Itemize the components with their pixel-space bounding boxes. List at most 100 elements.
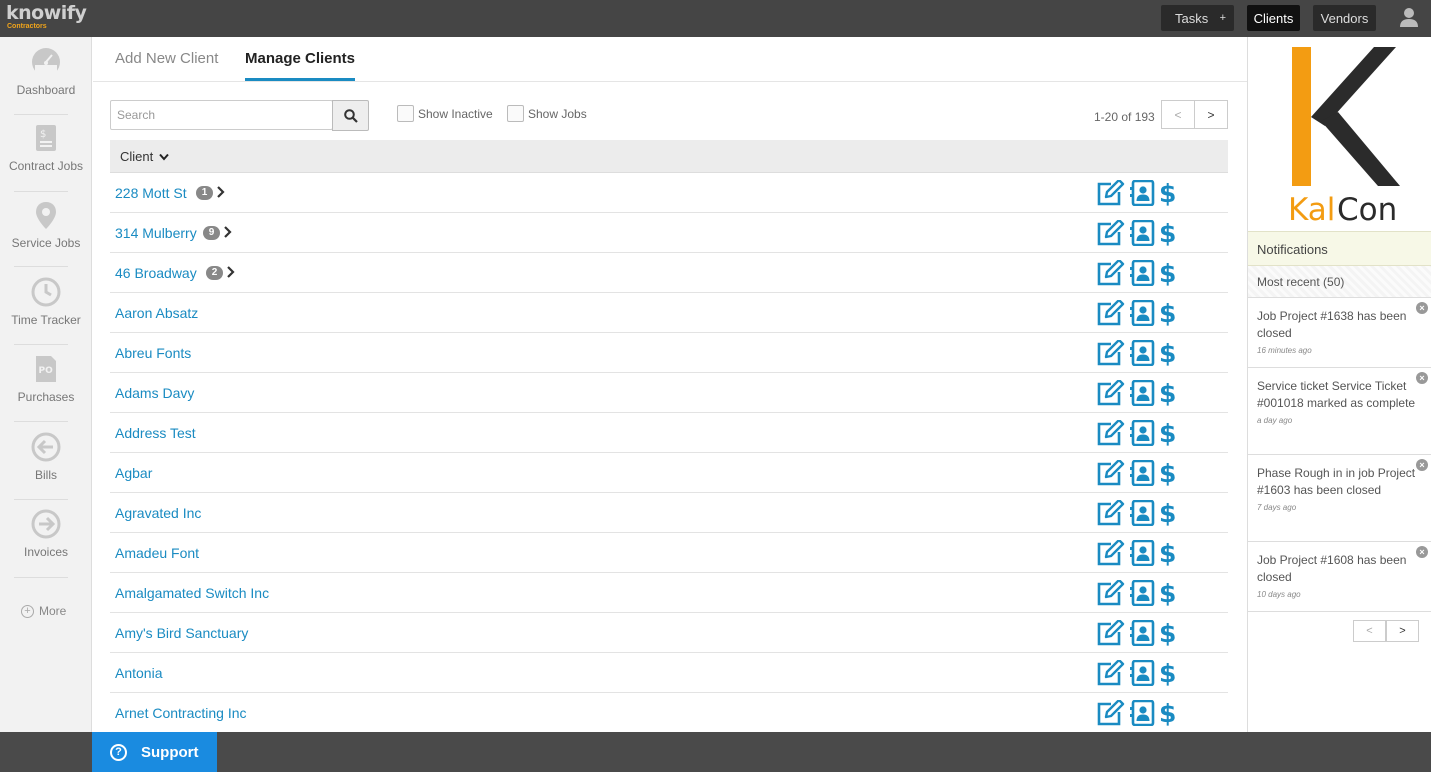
notifications-prev-button[interactable]: <	[1353, 620, 1386, 642]
table-row[interactable]: Arnet Contracting Inc $	[110, 693, 1228, 733]
dollar-icon[interactable]: $	[1158, 460, 1176, 486]
client-name-link[interactable]: Amalgamated Switch Inc	[115, 585, 269, 601]
table-row[interactable]: 314 Mulberry 9 $	[110, 213, 1228, 253]
contact-card-icon[interactable]	[1130, 220, 1156, 246]
client-name-link[interactable]: 46 Broadway	[115, 265, 197, 281]
table-row[interactable]: Agbar $	[110, 453, 1228, 493]
notification-item[interactable]: Job Project #1608 has been closed 10 day…	[1248, 542, 1431, 612]
edit-icon[interactable]	[1095, 340, 1125, 366]
dollar-icon[interactable]: $	[1158, 420, 1176, 446]
dollar-icon[interactable]: $	[1158, 180, 1176, 206]
search-input[interactable]: Search	[110, 100, 333, 130]
client-name-link[interactable]: 228 Mott St	[115, 185, 187, 201]
contact-card-icon[interactable]	[1130, 540, 1156, 566]
client-column-header[interactable]: Client	[120, 149, 169, 164]
table-row[interactable]: Amy's Bird Sanctuary $	[110, 613, 1228, 653]
table-row[interactable]: Amalgamated Switch Inc $	[110, 573, 1228, 613]
user-icon[interactable]	[1398, 6, 1420, 28]
sidebar-item-time-tracker[interactable]: Time Tracker	[0, 277, 92, 327]
table-row[interactable]: Agravated Inc $	[110, 493, 1228, 533]
show-inactive-checkbox[interactable]: Show Inactive	[397, 105, 493, 122]
edit-icon[interactable]	[1095, 500, 1125, 526]
contact-card-icon[interactable]	[1130, 580, 1156, 606]
close-icon[interactable]: ×	[1416, 302, 1428, 314]
client-name-link[interactable]: Agbar	[115, 465, 152, 481]
contact-card-icon[interactable]	[1130, 460, 1156, 486]
client-name-link[interactable]: Antonia	[115, 665, 162, 681]
close-icon[interactable]: ×	[1416, 459, 1428, 471]
edit-icon[interactable]	[1095, 460, 1125, 486]
show-jobs-checkbox[interactable]: Show Jobs	[507, 105, 587, 122]
edit-icon[interactable]	[1095, 660, 1125, 686]
contact-card-icon[interactable]	[1130, 620, 1156, 646]
table-row[interactable]: 46 Broadway 2 $	[110, 253, 1228, 293]
edit-icon[interactable]	[1095, 260, 1125, 286]
client-name-link[interactable]: Abreu Fonts	[115, 345, 191, 361]
dollar-icon[interactable]: $	[1158, 300, 1176, 326]
edit-icon[interactable]	[1095, 220, 1125, 246]
prev-page-button[interactable]: <	[1161, 100, 1195, 129]
vendors-button[interactable]: Vendors	[1313, 5, 1376, 31]
dollar-icon[interactable]: $	[1158, 500, 1176, 526]
client-name-link[interactable]: Amy's Bird Sanctuary	[115, 625, 248, 641]
dollar-icon[interactable]: $	[1158, 340, 1176, 366]
contact-card-icon[interactable]	[1130, 380, 1156, 406]
sidebar-item-dashboard[interactable]: Dashboard	[0, 47, 92, 97]
edit-icon[interactable]	[1095, 420, 1125, 446]
client-name-link[interactable]: Amadeu Font	[115, 545, 199, 561]
sidebar-item-purchases[interactable]: PO Purchases	[0, 354, 92, 404]
clients-button[interactable]: Clients	[1247, 5, 1300, 31]
dollar-icon[interactable]: $	[1158, 620, 1176, 646]
table-row[interactable]: 228 Mott St 1 $	[110, 173, 1228, 213]
edit-icon[interactable]	[1095, 380, 1125, 406]
edit-icon[interactable]	[1095, 300, 1125, 326]
client-name-link[interactable]: Adams Davy	[115, 385, 194, 401]
sidebar-item-contract-jobs[interactable]: $ Contract Jobs	[0, 123, 92, 173]
client-name-link[interactable]: Agravated Inc	[115, 505, 201, 521]
tab-add-new-client[interactable]: Add New Client	[115, 50, 218, 67]
dollar-icon[interactable]: $	[1158, 380, 1176, 406]
edit-icon[interactable]	[1095, 580, 1125, 606]
contact-card-icon[interactable]	[1130, 300, 1156, 326]
contact-card-icon[interactable]	[1130, 700, 1156, 726]
tab-manage-clients[interactable]: Manage Clients	[245, 50, 355, 67]
dollar-icon[interactable]: $	[1158, 260, 1176, 286]
edit-icon[interactable]	[1095, 620, 1125, 646]
dollar-icon[interactable]: $	[1158, 540, 1176, 566]
edit-icon[interactable]	[1095, 700, 1125, 726]
sidebar-item-invoices[interactable]: Invoices	[0, 509, 92, 559]
search-button[interactable]	[332, 100, 369, 131]
client-name-link[interactable]: Aaron Absatz	[115, 305, 198, 321]
client-name-link[interactable]: Address Test	[115, 425, 196, 441]
dollar-icon[interactable]: $	[1158, 660, 1176, 686]
sidebar-more[interactable]: + More	[21, 604, 66, 618]
notification-item[interactable]: Job Project #1638 has been closed 16 min…	[1248, 298, 1431, 368]
support-button[interactable]: ? Support	[92, 732, 217, 772]
table-row[interactable]: Amadeu Font $	[110, 533, 1228, 573]
chevron-right-icon[interactable]	[226, 264, 236, 280]
chevron-right-icon[interactable]	[216, 184, 226, 200]
sidebar-item-bills[interactable]: Bills	[0, 432, 92, 482]
notifications-next-button[interactable]: >	[1386, 620, 1419, 642]
table-row[interactable]: Antonia $	[110, 653, 1228, 693]
close-icon[interactable]: ×	[1416, 546, 1428, 558]
contact-card-icon[interactable]	[1130, 420, 1156, 446]
table-row[interactable]: Abreu Fonts $	[110, 333, 1228, 373]
edit-icon[interactable]	[1095, 180, 1125, 206]
client-name-link[interactable]: Arnet Contracting Inc	[115, 705, 247, 721]
contact-card-icon[interactable]	[1130, 660, 1156, 686]
dollar-icon[interactable]: $	[1158, 220, 1176, 246]
checkbox-box[interactable]	[397, 105, 414, 122]
table-row[interactable]: Aaron Absatz $	[110, 293, 1228, 333]
tasks-button[interactable]: Tasks +	[1161, 5, 1234, 31]
checkbox-box[interactable]	[507, 105, 524, 122]
sidebar-item-service-jobs[interactable]: Service Jobs	[0, 200, 92, 250]
table-row[interactable]: Adams Davy $	[110, 373, 1228, 413]
add-task-icon[interactable]: +	[1220, 12, 1226, 24]
edit-icon[interactable]	[1095, 540, 1125, 566]
contact-card-icon[interactable]	[1130, 340, 1156, 366]
dollar-icon[interactable]: $	[1158, 580, 1176, 606]
next-page-button[interactable]: >	[1194, 100, 1228, 129]
dollar-icon[interactable]: $	[1158, 700, 1176, 726]
client-name-link[interactable]: 314 Mulberry	[115, 225, 197, 241]
